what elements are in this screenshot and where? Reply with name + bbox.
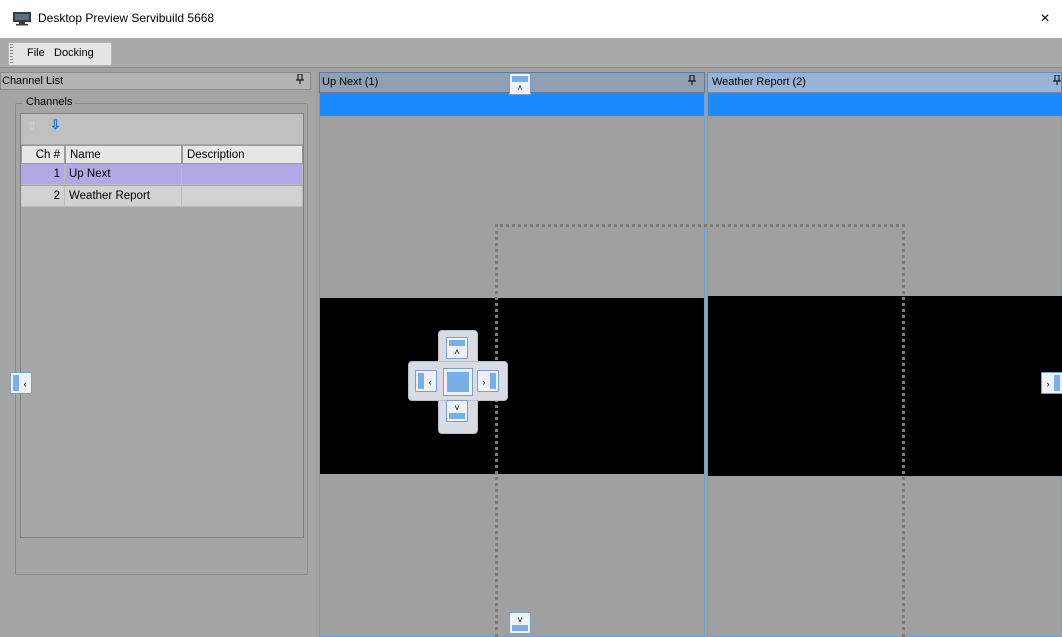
arrow-up-icon[interactable]: ⇧ xyxy=(27,119,37,133)
dock-center-right-button[interactable]: › xyxy=(477,370,499,392)
table-row-ch[interactable]: 1 xyxy=(21,164,65,185)
dock-top-button[interactable]: ˄ xyxy=(509,73,531,95)
column-header-ch[interactable]: Ch # xyxy=(21,145,65,164)
toolbar-grip-icon[interactable] xyxy=(10,44,13,64)
grid-toolbar xyxy=(21,114,303,144)
table-row-name[interactable]: Up Next xyxy=(65,164,182,185)
close-button[interactable]: × xyxy=(1034,8,1056,30)
window-title: Desktop Preview Servibuild 5668 xyxy=(38,11,215,25)
pin-icon[interactable] xyxy=(1053,74,1061,88)
dock-center-top-button[interactable]: ˄ xyxy=(446,337,468,359)
monitor-icon xyxy=(12,11,32,26)
dock-center-bottom-button[interactable]: ˅ xyxy=(446,400,468,422)
column-header-description[interactable]: Description xyxy=(182,145,303,164)
arrow-down-icon[interactable]: ⇩ xyxy=(50,117,61,133)
pin-icon[interactable] xyxy=(296,73,304,87)
weather-report-preview-bar xyxy=(708,93,1062,116)
dock-preview-outline xyxy=(495,224,905,637)
table-row-description[interactable] xyxy=(182,186,303,207)
up-next-preview-bar xyxy=(320,93,704,116)
column-header-name[interactable]: Name xyxy=(65,145,182,164)
table-row-description[interactable] xyxy=(182,164,303,185)
dock-bottom-button[interactable]: ˅ xyxy=(509,612,531,634)
menu-file[interactable]: File xyxy=(27,47,45,59)
up-next-title: Up Next (1) xyxy=(322,76,379,88)
dock-left-button[interactable]: ‹ xyxy=(10,372,32,394)
dock-right-button[interactable]: › xyxy=(1041,372,1062,394)
channel-list-title: Channel List xyxy=(2,75,64,87)
menu-docking[interactable]: Docking xyxy=(54,47,94,59)
channels-group-title: Channels xyxy=(23,96,76,108)
dock-center-left-button[interactable]: ‹ xyxy=(415,370,437,392)
menu-bar xyxy=(0,38,1062,68)
pin-icon[interactable] xyxy=(688,74,696,88)
dock-fill-button[interactable] xyxy=(443,368,473,396)
table-row-name[interactable]: Weather Report xyxy=(65,186,182,207)
table-row-ch[interactable]: 2 xyxy=(21,186,65,207)
weather-report-title: Weather Report (2) xyxy=(712,76,806,88)
